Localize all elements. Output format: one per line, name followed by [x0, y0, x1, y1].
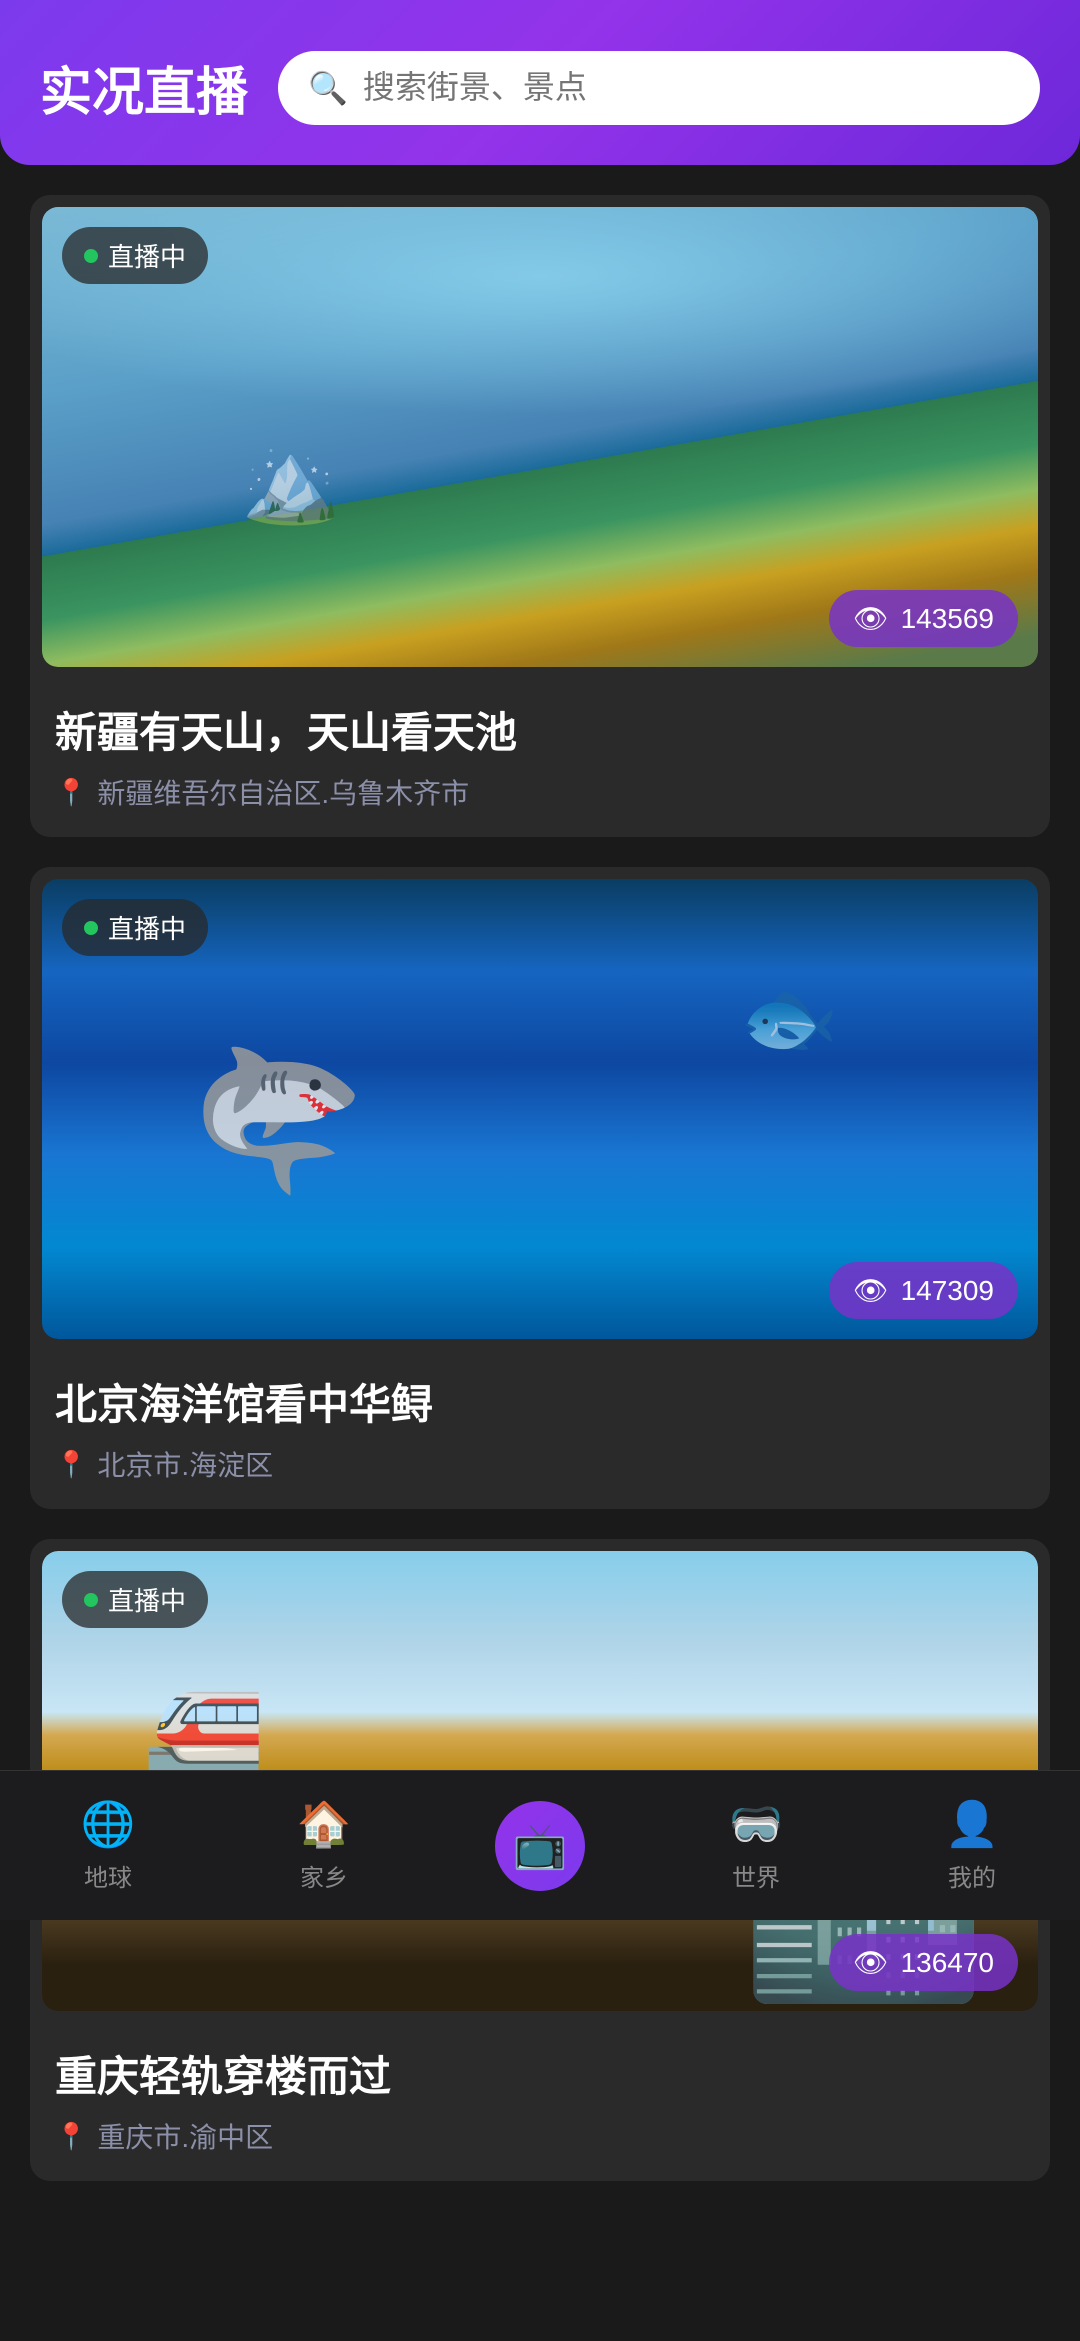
nav-item-mine[interactable]: 👤 我的	[864, 1798, 1080, 1893]
bottom-nav: 🌐 地球 🏠 家乡 📺 🥽 世界 👤 我的	[0, 1770, 1080, 1920]
card-title-3: 重庆轻轨穿楼而过	[55, 2043, 1025, 2104]
search-icon: 🔍	[308, 69, 348, 107]
location-text-1: 新疆维吾尔自治区.乌鲁木齐市	[97, 772, 469, 812]
view-badge-3: 👁 136470	[829, 1934, 1018, 1991]
eye-icon-3: 👁	[853, 1946, 889, 1979]
card-aquarium[interactable]: 直播中 👁 147309 北京海洋馆看中华鲟 📍 北京市.海淀区	[30, 867, 1050, 1509]
nav-label-world: 世界	[732, 1858, 780, 1893]
location-icon-3: 📍	[55, 2121, 87, 2152]
live-dot-2	[84, 921, 98, 935]
live-center-button[interactable]: 📺	[495, 1801, 585, 1891]
live-tv-icon: 📺	[513, 1820, 568, 1872]
card-location-1: 📍 新疆维吾尔自治区.乌鲁木齐市	[55, 772, 1025, 812]
nav-label-earth: 地球	[84, 1858, 132, 1893]
live-label-3: 直播中	[108, 1581, 186, 1618]
nav-item-live[interactable]: 📺	[432, 1801, 648, 1891]
user-icon: 👤	[945, 1798, 1000, 1850]
nav-item-earth[interactable]: 🌐 地球	[0, 1798, 216, 1893]
home-icon: 🏠	[297, 1798, 352, 1850]
eye-icon-1: 👁	[853, 602, 889, 635]
nav-item-world[interactable]: 🥽 世界	[648, 1798, 864, 1893]
card-info-2: 北京海洋馆看中华鲟 📍 北京市.海淀区	[30, 1351, 1050, 1509]
view-badge-1: 👁 143569	[829, 590, 1018, 647]
content-area: 直播中 👁 143569 新疆有天山，天山看天池 📍 新疆维吾尔自治区.乌鲁木齐…	[0, 165, 1080, 2341]
card-title-2: 北京海洋馆看中华鲟	[55, 1371, 1025, 1432]
live-label-2: 直播中	[108, 909, 186, 946]
header: 实况直播 🔍	[0, 0, 1080, 165]
card-location-2: 📍 北京市.海淀区	[55, 1444, 1025, 1484]
location-text-3: 重庆市.渝中区	[97, 2116, 273, 2156]
location-icon-1: 📍	[55, 777, 87, 808]
live-dot-3	[84, 1593, 98, 1607]
card-location-3: 📍 重庆市.渝中区	[55, 2116, 1025, 2156]
card-info-3: 重庆轻轨穿楼而过 📍 重庆市.渝中区	[30, 2023, 1050, 2181]
live-badge-1: 直播中	[62, 227, 208, 284]
earth-icon: 🌐	[81, 1798, 136, 1850]
search-bar[interactable]: 🔍	[278, 51, 1040, 125]
view-badge-2: 👁 147309	[829, 1262, 1018, 1319]
nav-label-mine: 我的	[948, 1858, 996, 1893]
card-info-1: 新疆有天山，天山看天池 📍 新疆维吾尔自治区.乌鲁木齐市	[30, 679, 1050, 837]
location-icon-2: 📍	[55, 1449, 87, 1480]
card-title-1: 新疆有天山，天山看天池	[55, 699, 1025, 760]
live-label-1: 直播中	[108, 237, 186, 274]
search-input[interactable]	[363, 69, 1010, 106]
view-count-1: 143569	[901, 603, 994, 635]
world-icon: 🥽	[729, 1798, 784, 1850]
live-badge-2: 直播中	[62, 899, 208, 956]
page-title: 实况直播	[40, 50, 248, 125]
card-image-wrap-1: 直播中 👁 143569	[42, 207, 1038, 667]
view-count-2: 147309	[901, 1275, 994, 1307]
card-tianchi[interactable]: 直播中 👁 143569 新疆有天山，天山看天池 📍 新疆维吾尔自治区.乌鲁木齐…	[30, 195, 1050, 837]
card-image-wrap-2: 直播中 👁 147309	[42, 879, 1038, 1339]
view-count-3: 136470	[901, 1947, 994, 1979]
eye-icon-2: 👁	[853, 1274, 889, 1307]
location-text-2: 北京市.海淀区	[97, 1444, 273, 1484]
nav-label-home: 家乡	[300, 1858, 348, 1893]
live-badge-3: 直播中	[62, 1571, 208, 1628]
nav-item-home[interactable]: 🏠 家乡	[216, 1798, 432, 1893]
live-dot-1	[84, 249, 98, 263]
